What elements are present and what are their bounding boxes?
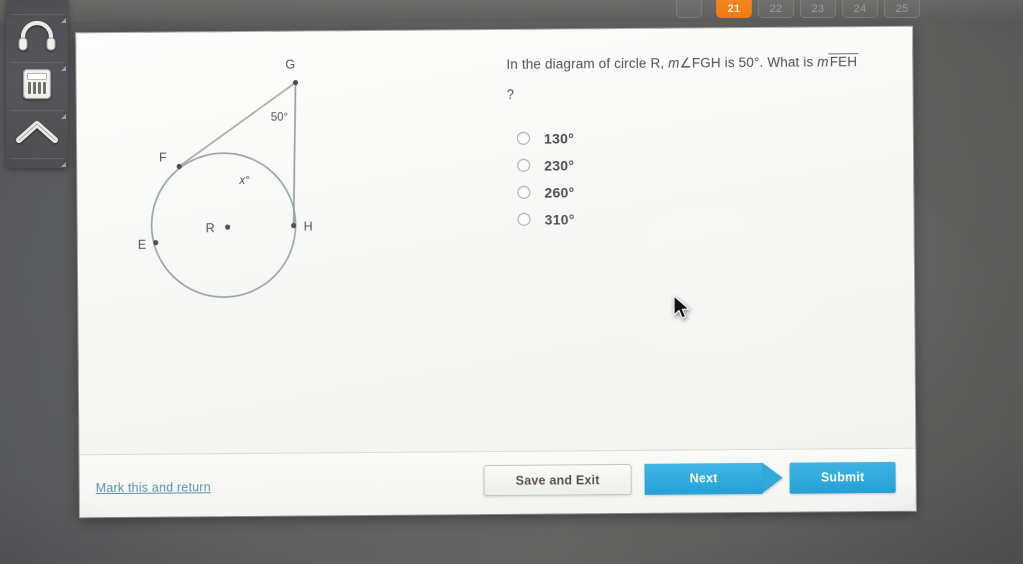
headphones-icon (18, 21, 56, 51)
question-number-strip: 21 22 23 24 25 (0, 0, 1023, 22)
point-label-E: E (138, 238, 146, 252)
calculator-icon (22, 68, 52, 100)
submit-button[interactable]: Submit (789, 461, 896, 494)
question-block: In the diagram of circle R, m∠FGH is 50°… (506, 49, 899, 233)
tool-button-collapse[interactable] (6, 106, 68, 158)
point-label-G: G (285, 58, 295, 72)
footer-action-bar: Mark this and return Save and Exit Next … (79, 447, 916, 518)
question-tab-25[interactable]: 25 (884, 0, 920, 18)
point-label-F: F (159, 151, 167, 165)
left-toolbar (6, 0, 68, 168)
answer-choice-3[interactable]: 260° (517, 176, 899, 206)
question-tab-22[interactable]: 22 (758, 0, 794, 18)
point-label-H: H (304, 219, 313, 233)
next-button-arrow-tip[interactable] (762, 462, 783, 493)
chevron-up-icon (16, 121, 58, 143)
question-intro: In the diagram of circle R, (506, 55, 669, 72)
answer-choice-label-3: 260° (544, 183, 575, 201)
question-angle-verb: is (720, 55, 739, 71)
radio-button-2[interactable] (517, 158, 531, 172)
angle-label-50: 50° (271, 112, 288, 124)
tool-button-audio[interactable] (6, 10, 68, 62)
geometry-diagram: G F H E R 50° x° (94, 41, 356, 313)
test-question-card: G F H E R 50° x° In the diagram of circl… (76, 26, 916, 518)
question-angle-value: 50° (738, 54, 760, 71)
save-and-exit-button[interactable]: Save and Exit (483, 463, 632, 497)
answer-choice-4[interactable]: 310° (517, 203, 899, 233)
question-angle-name: FGH (691, 55, 721, 71)
mouse-cursor (673, 295, 690, 319)
question-tab-21[interactable]: 21 (716, 0, 752, 18)
answer-choice-list: 130° 230° 260° 310° (516, 122, 900, 233)
point-dot-H (291, 222, 297, 229)
point-dot-F (176, 163, 182, 170)
question-angle-symbol: ∠ (679, 55, 692, 71)
next-button[interactable]: Next (644, 462, 763, 495)
mark-this-and-return-link[interactable]: Mark this and return (96, 480, 211, 495)
radio-button-3[interactable] (517, 185, 531, 199)
question-arc-m-italic: m (817, 54, 829, 70)
point-dot-R (225, 224, 231, 230)
question-prompt: In the diagram of circle R, m∠FGH is 50°… (506, 49, 898, 78)
arc-notation-FEH: FEH (828, 53, 859, 70)
arc-label-x: x° (238, 175, 250, 187)
question-ask: What is (767, 54, 818, 70)
question-tab-prev[interactable] (676, 0, 702, 18)
question-tab-24[interactable]: 24 (842, 0, 878, 18)
answer-choice-2[interactable]: 230° (517, 149, 899, 179)
question-period: . (759, 54, 768, 70)
question-m-italic: m (668, 55, 680, 71)
answer-choice-label-4: 310° (544, 210, 575, 228)
answer-choice-1[interactable]: 130° (516, 122, 899, 152)
question-tail: ? (506, 86, 515, 102)
radio-button-4[interactable] (517, 212, 531, 226)
tangent-segment-GH (292, 82, 297, 226)
radio-button-1[interactable] (516, 131, 531, 145)
point-dot-G (292, 79, 299, 86)
question-tab-23[interactable]: 23 (800, 0, 836, 18)
answer-choice-label-1: 130° (543, 129, 575, 147)
circle-R (150, 152, 297, 298)
answer-choice-label-2: 230° (544, 156, 575, 174)
point-label-R: R (206, 221, 215, 235)
point-dot-E (153, 240, 159, 246)
tool-button-calculator[interactable] (6, 58, 68, 110)
